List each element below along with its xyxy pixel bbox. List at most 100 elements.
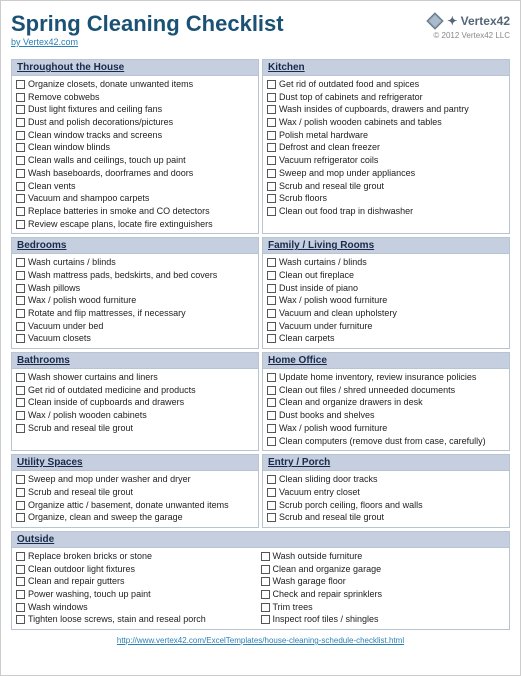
checkbox[interactable] bbox=[267, 322, 276, 331]
check-label: Scrub porch ceiling, floors and walls bbox=[279, 500, 423, 512]
check-label: Inspect roof tiles / shingles bbox=[273, 614, 379, 626]
checkbox[interactable] bbox=[267, 169, 276, 178]
checkbox[interactable] bbox=[16, 501, 25, 510]
checkbox[interactable] bbox=[267, 296, 276, 305]
checkbox[interactable] bbox=[16, 105, 25, 114]
checkbox[interactable] bbox=[267, 258, 276, 267]
checkbox[interactable] bbox=[267, 118, 276, 127]
checkbox[interactable] bbox=[16, 334, 25, 343]
checkbox[interactable] bbox=[267, 271, 276, 280]
checkbox[interactable] bbox=[16, 603, 25, 612]
check-item: Wash garage floor bbox=[261, 576, 506, 588]
main-grid: Throughout the HouseOrganize closets, do… bbox=[11, 59, 510, 630]
checkbox[interactable] bbox=[267, 80, 276, 89]
checkbox[interactable] bbox=[267, 475, 276, 484]
checkbox[interactable] bbox=[267, 334, 276, 343]
check-item: Dust light fixtures and ceiling fans bbox=[16, 104, 254, 116]
check-label: Dust books and shelves bbox=[279, 410, 375, 422]
section-header-throughout: Throughout the House bbox=[12, 60, 258, 76]
checkbox[interactable] bbox=[16, 475, 25, 484]
checkbox[interactable] bbox=[16, 513, 25, 522]
checkbox[interactable] bbox=[16, 424, 25, 433]
checkbox[interactable] bbox=[267, 501, 276, 510]
checkbox[interactable] bbox=[16, 220, 25, 229]
checkbox[interactable] bbox=[16, 296, 25, 305]
check-label: Scrub and reseal tile grout bbox=[28, 487, 133, 499]
checkbox[interactable] bbox=[267, 156, 276, 165]
checkbox[interactable] bbox=[267, 93, 276, 102]
checkbox[interactable] bbox=[16, 373, 25, 382]
checkbox[interactable] bbox=[267, 309, 276, 318]
checkbox[interactable] bbox=[267, 284, 276, 293]
check-item: Clean vents bbox=[16, 181, 254, 193]
check-item: Trim trees bbox=[261, 602, 506, 614]
footer-link[interactable]: http://www.vertex42.com/ExcelTemplates/h… bbox=[117, 636, 404, 645]
checkbox[interactable] bbox=[261, 552, 270, 561]
checkbox[interactable] bbox=[16, 156, 25, 165]
checkbox[interactable] bbox=[16, 194, 25, 203]
checkbox[interactable] bbox=[16, 398, 25, 407]
checkbox[interactable] bbox=[261, 565, 270, 574]
checkbox[interactable] bbox=[16, 488, 25, 497]
check-item: Clean and repair gutters bbox=[16, 576, 261, 588]
checkbox[interactable] bbox=[16, 309, 25, 318]
check-item: Clean out files / shred unneeded documen… bbox=[267, 385, 505, 397]
check-item: Check and repair sprinklers bbox=[261, 589, 506, 601]
checkbox[interactable] bbox=[16, 182, 25, 191]
checkbox[interactable] bbox=[16, 590, 25, 599]
checkbox[interactable] bbox=[267, 386, 276, 395]
checkbox[interactable] bbox=[16, 271, 25, 280]
checkbox[interactable] bbox=[16, 577, 25, 586]
checkbox[interactable] bbox=[267, 207, 276, 216]
checkbox[interactable] bbox=[267, 194, 276, 203]
check-item: Organize closets, donate unwanted items bbox=[16, 79, 254, 91]
checkbox[interactable] bbox=[16, 284, 25, 293]
checkbox[interactable] bbox=[16, 552, 25, 561]
check-item: Clean window blinds bbox=[16, 142, 254, 154]
check-label: Wash insides of cupboards, drawers and p… bbox=[279, 104, 469, 116]
checkbox[interactable] bbox=[16, 80, 25, 89]
checkbox[interactable] bbox=[16, 143, 25, 152]
checkbox[interactable] bbox=[16, 565, 25, 574]
checkbox[interactable] bbox=[267, 437, 276, 446]
section-header-homeoffice: Home Office bbox=[263, 353, 509, 369]
check-item: Sweep and mop under washer and dryer bbox=[16, 474, 254, 486]
checkbox[interactable] bbox=[261, 577, 270, 586]
checkbox[interactable] bbox=[261, 615, 270, 624]
checkbox[interactable] bbox=[16, 93, 25, 102]
checkbox[interactable] bbox=[267, 105, 276, 114]
checkbox[interactable] bbox=[16, 258, 25, 267]
checkbox[interactable] bbox=[267, 488, 276, 497]
checkbox[interactable] bbox=[267, 143, 276, 152]
copyright: © 2012 Vertex42 LLC bbox=[433, 31, 510, 40]
checkbox[interactable] bbox=[267, 411, 276, 420]
check-item: Vacuum and clean upholstery bbox=[267, 308, 505, 320]
check-label: Polish metal hardware bbox=[279, 130, 368, 142]
checkbox[interactable] bbox=[267, 182, 276, 191]
checkbox[interactable] bbox=[267, 131, 276, 140]
section-body-throughout: Organize closets, donate unwanted itemsR… bbox=[12, 76, 258, 233]
checkbox[interactable] bbox=[16, 169, 25, 178]
check-label: Sweep and mop under washer and dryer bbox=[28, 474, 191, 486]
section-body-bedrooms: Wash curtains / blindsWash mattress pads… bbox=[12, 254, 258, 348]
checkbox[interactable] bbox=[16, 322, 25, 331]
check-label: Vacuum and clean upholstery bbox=[279, 308, 397, 320]
checkbox[interactable] bbox=[261, 603, 270, 612]
checkbox[interactable] bbox=[16, 615, 25, 624]
checkbox[interactable] bbox=[16, 131, 25, 140]
checkbox[interactable] bbox=[261, 590, 270, 599]
checkbox[interactable] bbox=[16, 118, 25, 127]
check-label: Clean and organize drawers in desk bbox=[279, 397, 423, 409]
checkbox[interactable] bbox=[16, 207, 25, 216]
footer[interactable]: http://www.vertex42.com/ExcelTemplates/h… bbox=[11, 636, 510, 645]
check-item: Tighten loose screws, stain and reseal p… bbox=[16, 614, 261, 626]
logo: ✦ Vertex42 bbox=[425, 11, 510, 31]
checkbox[interactable] bbox=[267, 373, 276, 382]
checkbox[interactable] bbox=[267, 398, 276, 407]
checkbox[interactable] bbox=[267, 513, 276, 522]
checkbox[interactable] bbox=[16, 386, 25, 395]
checkbox[interactable] bbox=[16, 411, 25, 420]
checkbox[interactable] bbox=[267, 424, 276, 433]
check-label: Dust and polish decorations/pictures bbox=[28, 117, 173, 129]
check-label: Wax / polish wood furniture bbox=[279, 295, 387, 307]
